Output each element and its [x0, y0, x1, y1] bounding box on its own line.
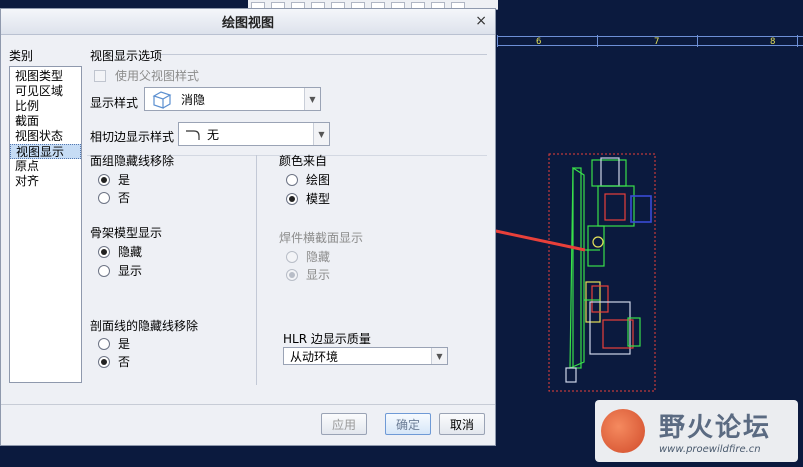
face-hidden-no-option[interactable]: 否 [98, 189, 130, 206]
chevron-down-icon[interactable]: ▼ [431, 348, 447, 364]
apply-button[interactable]: 应用 [321, 413, 367, 435]
view-display-group-title: 视图显示选项 [90, 49, 163, 63]
use-parent-style-checkbox[interactable] [94, 69, 106, 82]
category-item-section[interactable]: 截面 [10, 114, 81, 129]
face-hidden-yes-label: 是 [118, 173, 131, 187]
hlr-quality-select[interactable]: 从动环境 ▼ [283, 347, 448, 365]
color-from-title: 颜色来自 [279, 154, 328, 168]
hlr-quality-label: HLR 边显示质量 [283, 332, 371, 346]
category-item-view-state[interactable]: 视图状态 [10, 129, 81, 144]
hatch-hidden-no-radio[interactable] [98, 355, 110, 368]
divider [1, 404, 495, 405]
close-icon[interactable]: × [475, 13, 487, 29]
weld-title: 焊件横截面显示 [279, 231, 364, 245]
skeleton-show-option[interactable]: 显示 [98, 262, 142, 279]
tangent-edge-select[interactable]: 无 ▼ [178, 122, 330, 146]
face-hidden-yes-option[interactable]: 是 [98, 171, 130, 188]
skeleton-title: 骨架模型显示 [90, 226, 163, 240]
category-item-origin[interactable]: 原点 [10, 159, 81, 174]
watermark-logo [601, 409, 645, 453]
face-hidden-title: 面组隐藏线移除 [90, 154, 175, 168]
color-from-drawing-radio[interactable] [286, 173, 298, 186]
drawing-view-dialog: 绘图视图 × 类别 视图类型 可见区域 比例 截面 视图状态 视图显示 原点 对… [0, 8, 496, 446]
weld-show-label: 显示 [306, 268, 331, 282]
category-item-alignment[interactable]: 对齐 [10, 174, 81, 189]
dialog-title: 绘图视图 [221, 16, 274, 31]
face-hidden-no-radio[interactable] [98, 191, 110, 204]
display-style-label: 显示样式 [90, 96, 139, 110]
hidden-line-icon [152, 91, 172, 109]
view-boundary[interactable] [548, 153, 656, 392]
color-from-drawing-option[interactable]: 绘图 [286, 171, 330, 188]
weld-show-radio[interactable] [286, 268, 298, 281]
watermark: 野火论坛 www.proewildfire.cn [595, 400, 798, 462]
hatch-hidden-no-label: 否 [118, 355, 131, 369]
category-item-view-display[interactable]: 视图显示 [10, 144, 81, 159]
tangent-edge-label: 相切边显示样式 [90, 130, 175, 144]
use-parent-style-option: 使用父视图样式 [94, 67, 199, 84]
category-item-scale[interactable]: 比例 [10, 99, 81, 114]
tangent-edge-value: 无 [207, 127, 220, 142]
ok-button[interactable]: 确定 [385, 413, 431, 435]
tangent-edge-icon [186, 130, 200, 140]
hatch-hidden-yes-label: 是 [118, 337, 131, 351]
hlr-quality-value: 从动环境 [290, 349, 339, 364]
watermark-url: www.proewildfire.cn [659, 444, 761, 455]
color-from-model-radio[interactable] [286, 192, 298, 205]
display-style-value: 消隐 [181, 92, 206, 107]
skeleton-hide-radio[interactable] [98, 245, 110, 258]
hatch-hidden-yes-radio[interactable] [98, 337, 110, 350]
divider [161, 54, 487, 55]
categories-list[interactable]: 视图类型 可见区域 比例 截面 视图状态 视图显示 原点 对齐 [9, 66, 82, 383]
cancel-button[interactable]: 取消 [439, 413, 485, 435]
use-parent-style-label: 使用父视图样式 [115, 69, 200, 83]
chevron-down-icon[interactable]: ▼ [313, 123, 329, 145]
weld-show-option: 显示 [286, 266, 330, 283]
skeleton-show-label: 显示 [118, 264, 143, 278]
divider [256, 155, 257, 385]
hatch-hidden-title: 剖面线的隐藏线移除 [90, 319, 199, 333]
model-assembly[interactable] [565, 157, 652, 383]
skeleton-hide-label: 隐藏 [118, 245, 143, 259]
weld-hide-radio[interactable] [286, 250, 298, 263]
display-style-select[interactable]: 消隐 ▼ [144, 87, 321, 111]
skeleton-hide-option[interactable]: 隐藏 [98, 243, 142, 260]
hatch-hidden-no-option[interactable]: 否 [98, 353, 130, 370]
dialog-titlebar[interactable]: 绘图视图 × [1, 9, 495, 35]
color-from-model-option[interactable]: 模型 [286, 190, 330, 207]
category-item-visible-area[interactable]: 可见区域 [10, 84, 81, 99]
color-from-model-label: 模型 [306, 192, 331, 206]
chevron-down-icon[interactable]: ▼ [304, 88, 320, 110]
face-hidden-no-label: 否 [118, 191, 131, 205]
face-hidden-yes-radio[interactable] [98, 173, 110, 186]
watermark-title: 野火论坛 [659, 413, 772, 443]
category-item-view-type[interactable]: 视图类型 [10, 69, 81, 84]
hatch-hidden-yes-option[interactable]: 是 [98, 335, 130, 352]
color-from-drawing-label: 绘图 [306, 173, 331, 187]
skeleton-show-radio[interactable] [98, 264, 110, 277]
weld-hide-option: 隐藏 [286, 248, 330, 265]
categories-label: 类别 [9, 49, 34, 63]
weld-hide-label: 隐藏 [306, 250, 331, 264]
